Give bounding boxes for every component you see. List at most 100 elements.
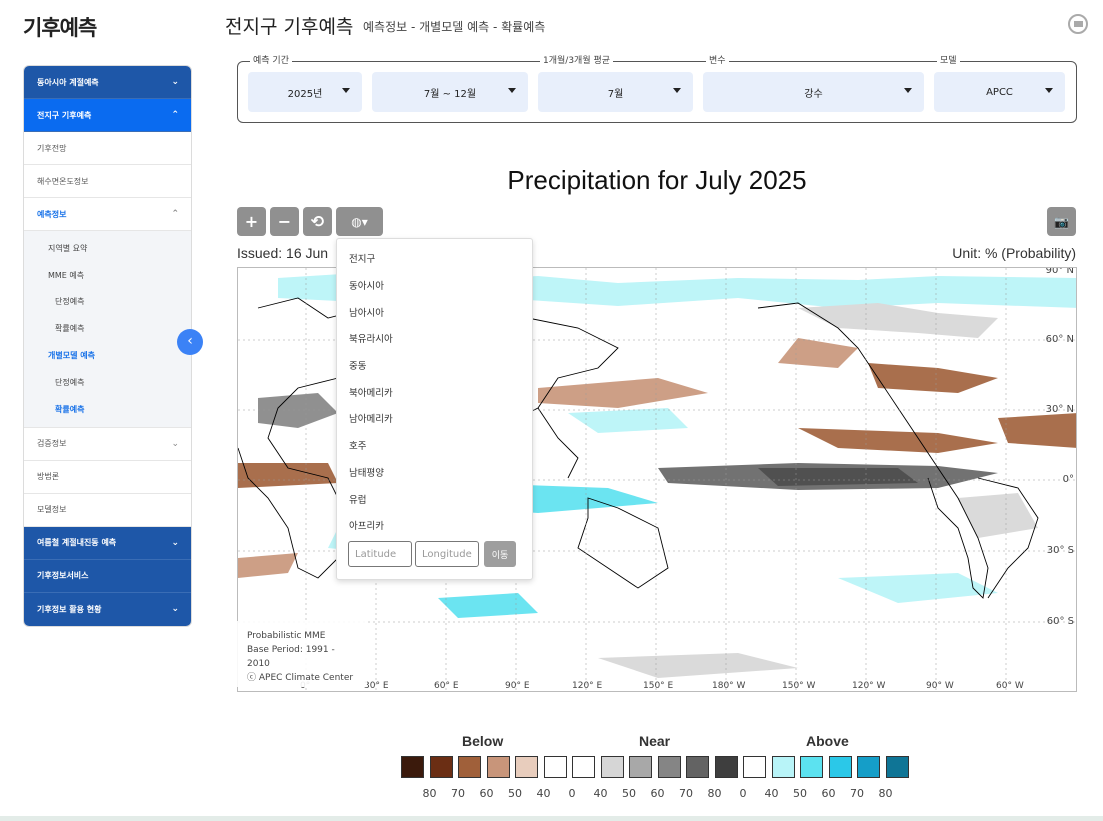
period-label: 예측 기간 [250, 53, 292, 66]
region-item-south-pacific[interactable]: 남태평양 [337, 459, 532, 486]
zoom-in-button[interactable]: + [237, 207, 266, 236]
legend-swatch [771, 756, 795, 778]
lat-label-30n: 30° N [1045, 404, 1074, 415]
mail-icon[interactable] [1068, 14, 1088, 34]
region-item-europe[interactable]: 유럽 [337, 485, 532, 512]
variable-value: 강수 [804, 88, 823, 100]
sidebar-item-label: 기후전망 [37, 143, 67, 153]
region-item-global[interactable]: 전지구 [337, 245, 532, 272]
legend-swatch [714, 756, 738, 778]
minus-icon: − [277, 212, 292, 231]
sidebar-item-label: 동아시아 계절예측 [37, 77, 99, 87]
region-item-middle-east[interactable]: 중동 [337, 352, 532, 379]
breadcrumb: 예측정보 - 개별모델 예측 - 확률예측 [363, 20, 546, 34]
region-item-north-america[interactable]: 북아메리카 [337, 378, 532, 405]
legend-tick-label: 0 [739, 787, 747, 800]
lat-label-60n: 60° N [1045, 334, 1074, 345]
sidebar-collapse-button[interactable]: ‹ [177, 329, 203, 355]
lon-label-180: 180° W [712, 681, 746, 691]
chevron-up-icon: ⌃ [171, 110, 179, 120]
sidebar-item-sst[interactable]: 해수면온도정보 [24, 165, 191, 198]
sidebar-item-mme-probabilistic[interactable]: 확률예측 [24, 315, 191, 342]
legend-swatch [743, 756, 766, 778]
zoom-out-button[interactable]: − [270, 207, 299, 236]
sidebar-item-methodology[interactable]: 방법론 [24, 460, 191, 494]
lat-label-90n: 90° N [1045, 267, 1074, 276]
period-range-value: 7월 ~ 12월 [423, 88, 477, 100]
credit-line: Base Period: 1991 - 2010 [247, 645, 335, 669]
sidebar-item-label: 모델정보 [37, 505, 67, 515]
sidebar-item-label: 해수면온도정보 [37, 176, 89, 186]
latitude-input[interactable]: Latitude [348, 541, 412, 567]
legend-tick-label: 60 [650, 787, 665, 800]
sidebar-item-summer-iso[interactable]: 여름철 계절내진동 예측 ⌄ [24, 526, 191, 560]
variable-label: 변수 [706, 53, 729, 66]
legend-swatch [800, 756, 823, 778]
caret-down-icon [508, 88, 516, 93]
lon-label-90w: 90° W [926, 681, 954, 691]
sidebar-item-model-probabilistic[interactable]: 확률예측 [24, 396, 191, 423]
legend-swatch [515, 756, 538, 778]
region-item-east-asia[interactable]: 동아시아 [337, 272, 532, 299]
model-value: APCC [986, 86, 1013, 98]
legend-tick-label: 60 [821, 787, 836, 800]
go-button[interactable]: 이동 [484, 541, 516, 567]
sidebar-item-climate-service[interactable]: 기후정보서비스 [24, 559, 191, 593]
region-item-africa[interactable]: 아프리카 [337, 512, 532, 539]
chevron-down-icon: ⌄ [171, 438, 179, 449]
sidebar-item-individual-model[interactable]: 개별모델 예측 [24, 342, 191, 369]
region-item-north-eurasia[interactable]: 북유라시아 [337, 325, 532, 352]
variable-select[interactable]: 강수 [703, 72, 924, 112]
legend-tick-label: 60 [479, 787, 494, 800]
region-item-south-america[interactable]: 남아메리카 [337, 405, 532, 432]
sidebar-item-label: 방법론 [37, 472, 60, 482]
unit-label: Unit: % (Probability) [952, 245, 1076, 261]
region-item-south-asia[interactable]: 남아시아 [337, 298, 532, 325]
legend-swatch [600, 756, 624, 778]
sidebar-item-east-asia-seasonal[interactable]: 동아시아 계절예측 ⌄ [24, 66, 191, 99]
chevron-down-icon: ⌄ [171, 604, 179, 615]
sidebar-item-label: 검증정보 [37, 439, 67, 449]
lon-label-60w: 60° W [996, 681, 1024, 691]
camera-icon: 📷 [1054, 214, 1069, 229]
legend-tick-label: 40 [593, 787, 608, 800]
sidebar-item-label: 예측정보 [37, 209, 67, 219]
sidebar-item-mme-deterministic[interactable]: 단정예측 [24, 289, 191, 316]
average-select[interactable]: 7월 [538, 72, 693, 112]
lon-label-150w: 150° W [782, 681, 816, 691]
reset-view-button[interactable]: ⟲ [303, 207, 332, 236]
sidebar-item-usage-status[interactable]: 기후정보 활용 현황 ⌄ [24, 592, 191, 626]
credit-line: Probabilistic MME [247, 631, 326, 641]
sidebar-subtree: 지역별 요약 MME 예측 단정예측 확률예측 개별모델 예측 단정예측 확률예… [24, 231, 191, 428]
sidebar-item-label: 전지구 기후예측 [37, 110, 92, 120]
period-range-select[interactable]: 7월 ~ 12월 [372, 72, 528, 112]
sidebar-item-model-info[interactable]: 모델정보 [24, 493, 191, 527]
lon-label-120e: 120° E [572, 681, 603, 691]
credit-line: ⓒ APEC Climate Center [247, 673, 354, 683]
screenshot-button[interactable]: 📷 [1047, 207, 1076, 236]
legend-tick-label: 50 [793, 787, 807, 800]
lon-label-90e: 90° E [505, 681, 530, 691]
lon-label-150e: 150° E [643, 681, 674, 691]
legend-swatch [401, 756, 424, 778]
legend-near-label: Near [639, 733, 671, 749]
region-item-australia[interactable]: 호주 [337, 432, 532, 459]
sidebar-item-outlook[interactable]: 기후전망 [24, 132, 191, 165]
sidebar-item-mme[interactable]: MME 예측 [24, 262, 191, 289]
sidebar-item-label: 기후정보 활용 현황 [37, 604, 102, 614]
sidebar-item-model-deterministic[interactable]: 단정예측 [24, 369, 191, 396]
sidebar-item-regional-summary[interactable]: 지역별 요약 [24, 235, 191, 262]
sidebar-item-forecast-info[interactable]: 예측정보 ⌃ [24, 198, 191, 231]
longitude-input[interactable]: Longitude [415, 541, 479, 567]
legend-swatch [543, 756, 567, 778]
legend-swatch [857, 756, 880, 778]
legend-below-label: Below [462, 733, 504, 749]
caret-down-icon [342, 88, 350, 93]
region-menu-button[interactable]: ◍▾ [336, 207, 383, 236]
legend-swatch [572, 756, 595, 778]
sidebar-item-global-climate[interactable]: 전지구 기후예측 ⌃ [24, 99, 191, 132]
model-select[interactable]: APCC [934, 72, 1065, 112]
year-select[interactable]: 2025년 [248, 72, 362, 112]
sidebar-item-verification[interactable]: 검증정보 ⌄ [24, 427, 191, 461]
lat-label-30s: 30° S [1046, 545, 1074, 556]
